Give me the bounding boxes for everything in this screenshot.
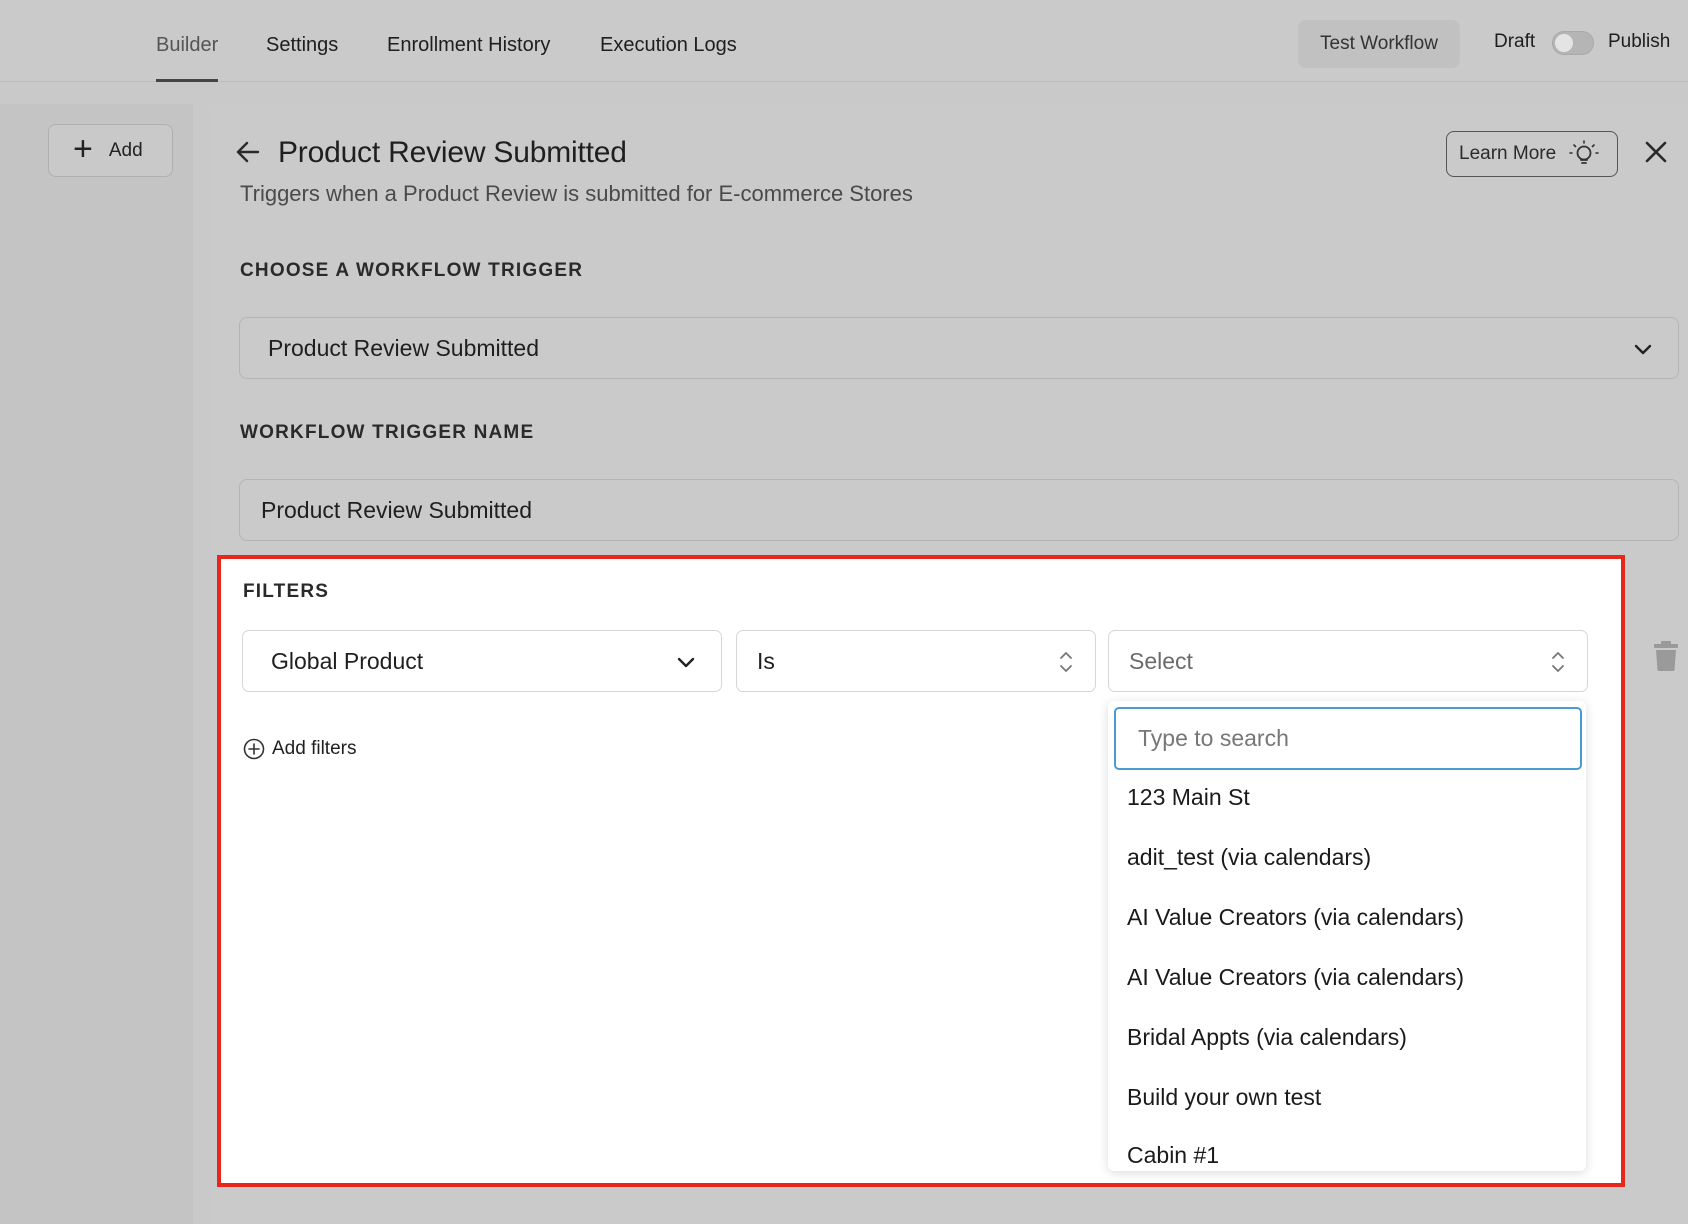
name-section-label: WORKFLOW TRIGGER NAME xyxy=(240,422,535,443)
dropdown-search-input[interactable] xyxy=(1114,707,1582,770)
top-nav-bar: Builder Settings Enrollment History Exec… xyxy=(0,0,1688,82)
test-workflow-button[interactable]: Test Workflow xyxy=(1298,20,1460,68)
tab-settings[interactable]: Settings xyxy=(266,34,338,57)
up-down-chevron-icon xyxy=(1060,652,1072,672)
learn-more-button[interactable]: Learn More xyxy=(1446,131,1618,177)
tab-enrollment-history[interactable]: Enrollment History xyxy=(387,34,550,57)
dropdown-option[interactable]: adit_test (via calendars) xyxy=(1127,844,1371,871)
dropdown-option[interactable]: Bridal Appts (via calendars) xyxy=(1127,1024,1407,1051)
dropdown-option[interactable]: 123 Main St xyxy=(1127,784,1250,811)
tab-builder[interactable]: Builder xyxy=(156,34,218,57)
dropdown-option[interactable]: AI Value Creators (via calendars) xyxy=(1127,904,1464,931)
left-sidebar xyxy=(0,104,193,1224)
filter-value-select[interactable]: Select xyxy=(1108,630,1588,692)
plus-icon: + xyxy=(73,130,93,168)
dropdown-option[interactable]: Cabin #1 xyxy=(1127,1142,1219,1169)
trigger-select[interactable]: Product Review Submitted xyxy=(239,317,1679,379)
trigger-section-label: CHOOSE A WORKFLOW TRIGGER xyxy=(240,260,584,281)
trash-icon[interactable] xyxy=(1652,640,1680,672)
value-dropdown-menu: 123 Main St adit_test (via calendars) AI… xyxy=(1108,701,1586,1171)
publish-label: Publish xyxy=(1608,31,1671,52)
draft-label: Draft xyxy=(1494,31,1536,52)
lightbulb-icon xyxy=(1569,140,1599,164)
filter-field-value: Global Product xyxy=(271,647,424,674)
panel-subtitle: Triggers when a Product Review is submit… xyxy=(240,181,913,206)
trigger-select-value: Product Review Submitted xyxy=(268,334,540,361)
filter-value-placeholder: Select xyxy=(1129,647,1193,674)
panel-title: Product Review Submitted xyxy=(278,136,627,169)
add-filters-button[interactable]: Add filters xyxy=(243,738,356,760)
toggle-knob xyxy=(1555,34,1573,52)
learn-more-label: Learn More xyxy=(1459,143,1557,164)
filter-operator-select[interactable]: Is xyxy=(736,630,1096,692)
dropdown-option[interactable]: AI Value Creators (via calendars) xyxy=(1127,964,1464,991)
dropdown-option[interactable]: Build your own test xyxy=(1127,1084,1321,1111)
close-icon[interactable] xyxy=(1642,138,1670,166)
filter-operator-value: Is xyxy=(757,647,775,674)
plus-circle-icon xyxy=(243,738,265,760)
up-down-chevron-icon xyxy=(1552,652,1564,672)
add-button-label: Add xyxy=(108,139,143,161)
add-button[interactable]: + Add xyxy=(48,124,173,177)
back-arrow-icon[interactable] xyxy=(234,138,262,166)
filters-section: FILTERS Global Product Is Select Add fil… xyxy=(217,555,1625,1187)
filters-label: FILTERS xyxy=(243,581,330,602)
chevron-down-icon xyxy=(1634,344,1652,355)
trigger-name-value: Product Review Submitted xyxy=(261,496,533,523)
chevron-down-icon xyxy=(677,657,695,668)
active-tab-indicator xyxy=(156,79,218,82)
add-filters-label: Add filters xyxy=(272,738,357,759)
publish-toggle[interactable] xyxy=(1552,31,1594,55)
trigger-name-input[interactable]: Product Review Submitted xyxy=(239,479,1679,541)
tab-execution-logs[interactable]: Execution Logs xyxy=(600,34,737,57)
filter-field-select[interactable]: Global Product xyxy=(242,630,722,692)
